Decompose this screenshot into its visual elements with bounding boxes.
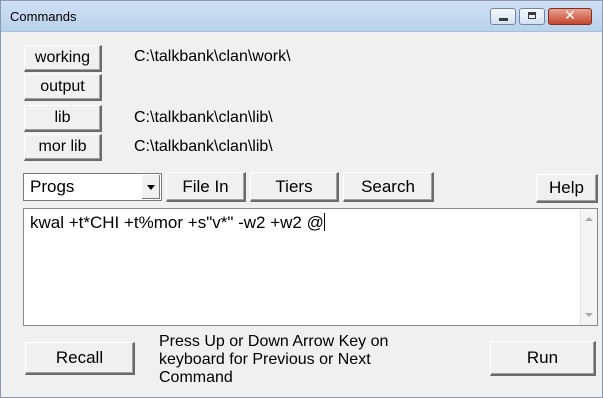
mor-lib-dir-path: C:\talkbank\clan\lib\ [134,138,273,155]
progs-dropdown[interactable]: Progs [23,173,162,201]
mor-lib-dir-button[interactable]: mor lib [24,134,102,161]
close-button[interactable]: ✕ [548,8,592,25]
working-dir-button[interactable]: working [24,45,102,72]
lib-dir-button[interactable]: lib [24,105,102,132]
search-button[interactable]: Search [343,172,434,202]
output-dir-button[interactable]: output [24,74,102,101]
title-bar[interactable]: Commands ✕ [1,1,602,32]
text-caret [323,213,325,231]
commands-window: Commands ✕ working C:\talkbank\clan\work… [0,0,603,398]
chevron-down-icon[interactable] [141,175,160,199]
hint-line-2: keyboard for Previous or Next [159,351,371,368]
help-button[interactable]: Help [536,174,598,203]
maximize-icon [528,12,536,19]
hint-line-3: Command [159,369,233,386]
close-icon: ✕ [564,8,576,24]
tiers-button[interactable]: Tiers [250,172,339,202]
file-in-button[interactable]: File In [166,172,246,202]
maximize-button[interactable] [519,8,545,25]
command-text: kwal +t*CHI +t%mor +s"v*" -w2 +w2 @ [30,213,325,232]
recall-button[interactable]: Recall [25,342,135,375]
minimize-icon [499,18,508,21]
recall-hint-text: Press Up or Down Arrow Key on keyboard f… [159,333,459,387]
lib-dir-path: C:\talkbank\clan\lib\ [134,109,273,126]
hint-line-1: Press Up or Down Arrow Key on [159,333,389,350]
progs-selected-value: Progs [30,177,75,196]
command-input[interactable]: kwal +t*CHI +t%mor +s"v*" -w2 +w2 @ [23,208,598,326]
scroll-down-arrow-icon[interactable] [585,313,593,317]
run-button[interactable]: Run [490,341,596,376]
minimize-button[interactable] [490,8,516,25]
window-title: Commands [10,9,77,24]
working-dir-path: C:\talkbank\clan\work\ [134,48,291,65]
scroll-up-arrow-icon[interactable] [585,217,593,221]
vertical-scrollbar[interactable] [580,209,597,325]
